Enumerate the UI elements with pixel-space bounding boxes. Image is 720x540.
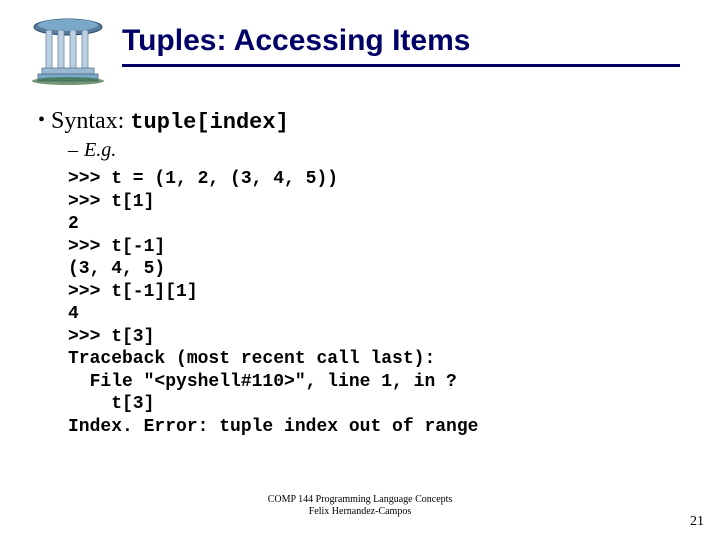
bullet-level-1: •Syntax: tuple[index]: [38, 108, 688, 135]
footer-line-1: COMP 144 Programming Language Concepts: [0, 494, 720, 506]
page-number: 21: [690, 514, 704, 530]
bullet1-text: Syntax:: [51, 108, 130, 134]
bullet-dot-icon: •: [38, 109, 51, 131]
bullet2-text: E.g.: [84, 139, 116, 161]
bullet-level-2: –E.g.: [68, 139, 688, 162]
bullet1-code: tuple[index]: [130, 110, 288, 135]
slide: Tuples: Accessing Items •Syntax: tuple[i…: [0, 0, 720, 540]
footer: COMP 144 Programming Language Concepts F…: [0, 494, 720, 518]
content: •Syntax: tuple[index] –E.g. >>> t = (1, …: [38, 108, 688, 438]
logo-old-well-icon: [32, 18, 114, 86]
footer-line-2: Felix Hernandez-Campos: [0, 506, 720, 518]
title-block: Tuples: Accessing Items: [122, 18, 688, 67]
bullet-dash-icon: –: [68, 139, 84, 161]
slide-title: Tuples: Accessing Items: [122, 24, 688, 58]
code-block: >>> t = (1, 2, (3, 4, 5)) >>> t[1] 2 >>>…: [68, 168, 688, 438]
header: Tuples: Accessing Items: [32, 18, 688, 86]
title-underline: [122, 64, 680, 67]
